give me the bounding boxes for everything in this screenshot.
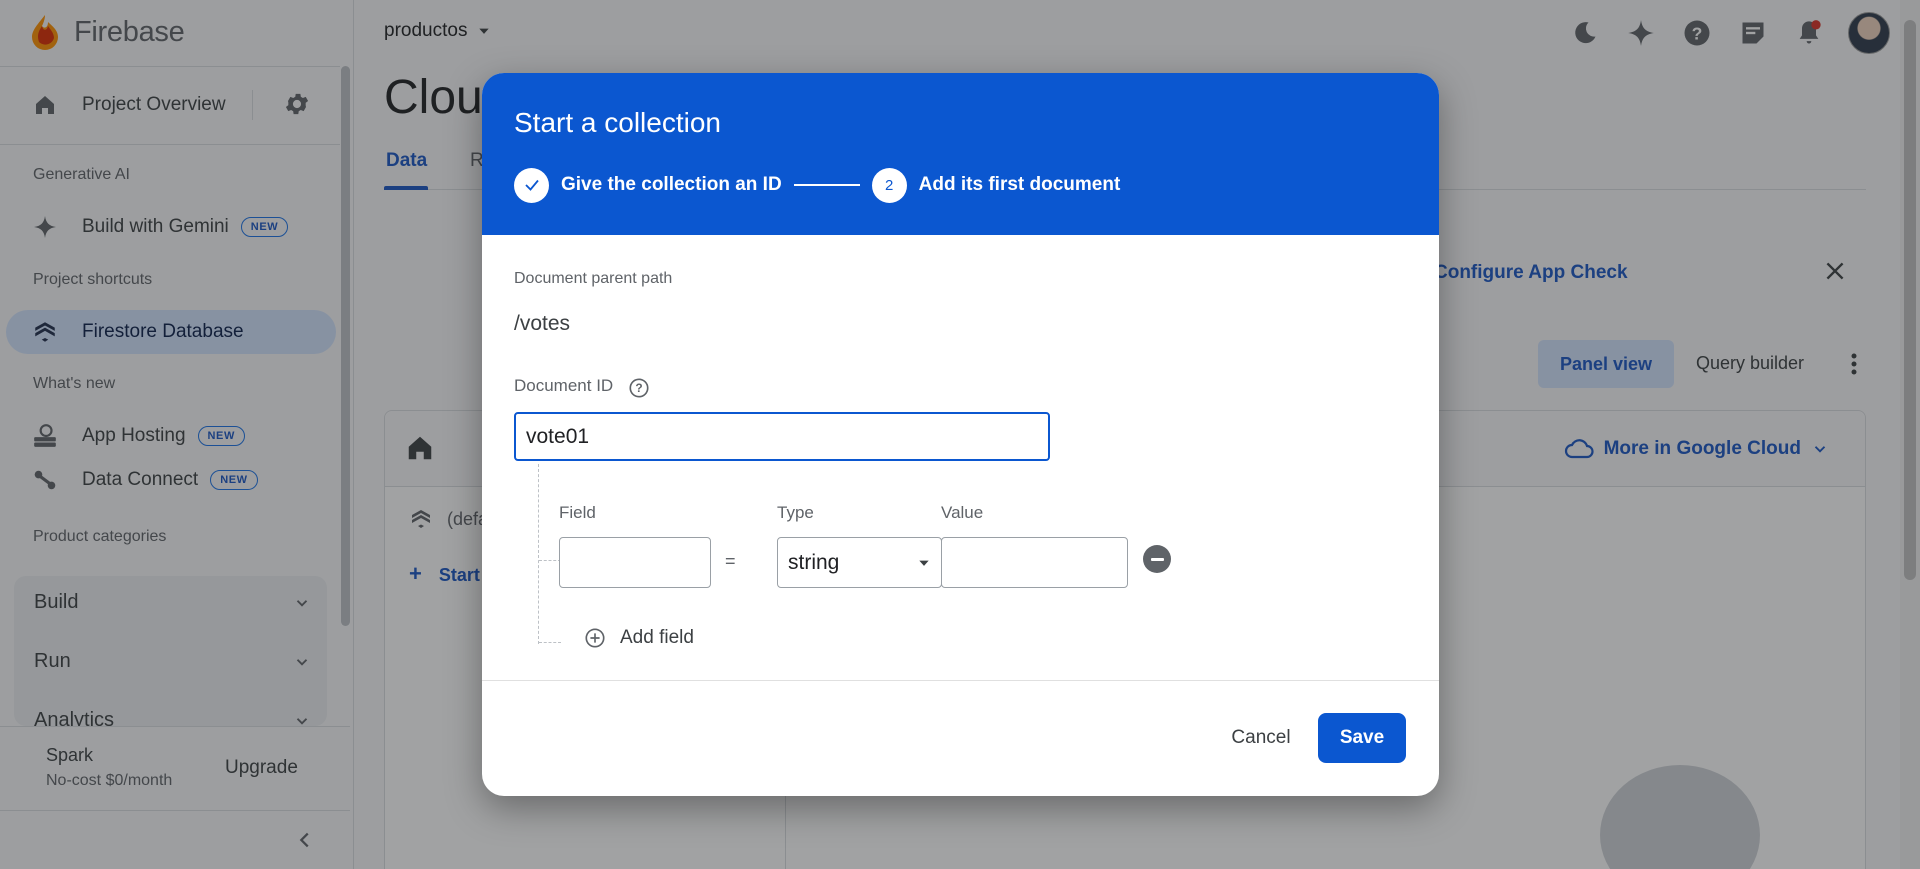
tree-line [538, 464, 539, 644]
field-value-input[interactable] [941, 537, 1128, 588]
document-id-input[interactable] [514, 412, 1050, 461]
tree-branch [539, 560, 561, 561]
value-header: Value [941, 503, 984, 522]
document-id-label: Document ID [514, 376, 614, 395]
equals-sign: = [725, 551, 736, 571]
start-collection-dialog: Start a collection Give the collection a… [482, 73, 1439, 796]
add-field-button[interactable]: Add field [584, 627, 694, 649]
step-2-label: Add its first document [918, 174, 1121, 195]
type-select[interactable]: string [777, 537, 942, 588]
add-circle-icon [585, 628, 605, 648]
save-button[interactable]: Save [1318, 713, 1406, 763]
check-icon [514, 167, 549, 203]
add-field-label: Add field [620, 627, 694, 648]
type-select-value: string [788, 550, 840, 574]
type-header: Type [777, 503, 814, 522]
remove-field-icon[interactable] [1143, 545, 1171, 573]
parent-path-label: Document parent path [514, 270, 673, 287]
dialog-header: Start a collection Give the collection a… [482, 73, 1439, 235]
svg-text:?: ? [635, 381, 642, 395]
field-header: Field [559, 503, 596, 522]
step-connector [793, 184, 860, 186]
step-1-label: Give the collection an ID [561, 174, 782, 195]
field-name-input[interactable] [559, 537, 711, 588]
dropdown-arrow-icon [919, 560, 929, 566]
dialog-divider [482, 680, 1439, 681]
tree-branch [539, 642, 561, 643]
stepper: Give the collection an ID 2 Add its firs… [514, 167, 1121, 203]
help-outline-icon[interactable]: ? [628, 377, 650, 404]
parent-path-value: /votes [514, 312, 571, 335]
dialog-title: Start a collection [514, 107, 721, 138]
cancel-button[interactable]: Cancel [1208, 713, 1314, 763]
step-2-number: 2 [871, 167, 907, 203]
